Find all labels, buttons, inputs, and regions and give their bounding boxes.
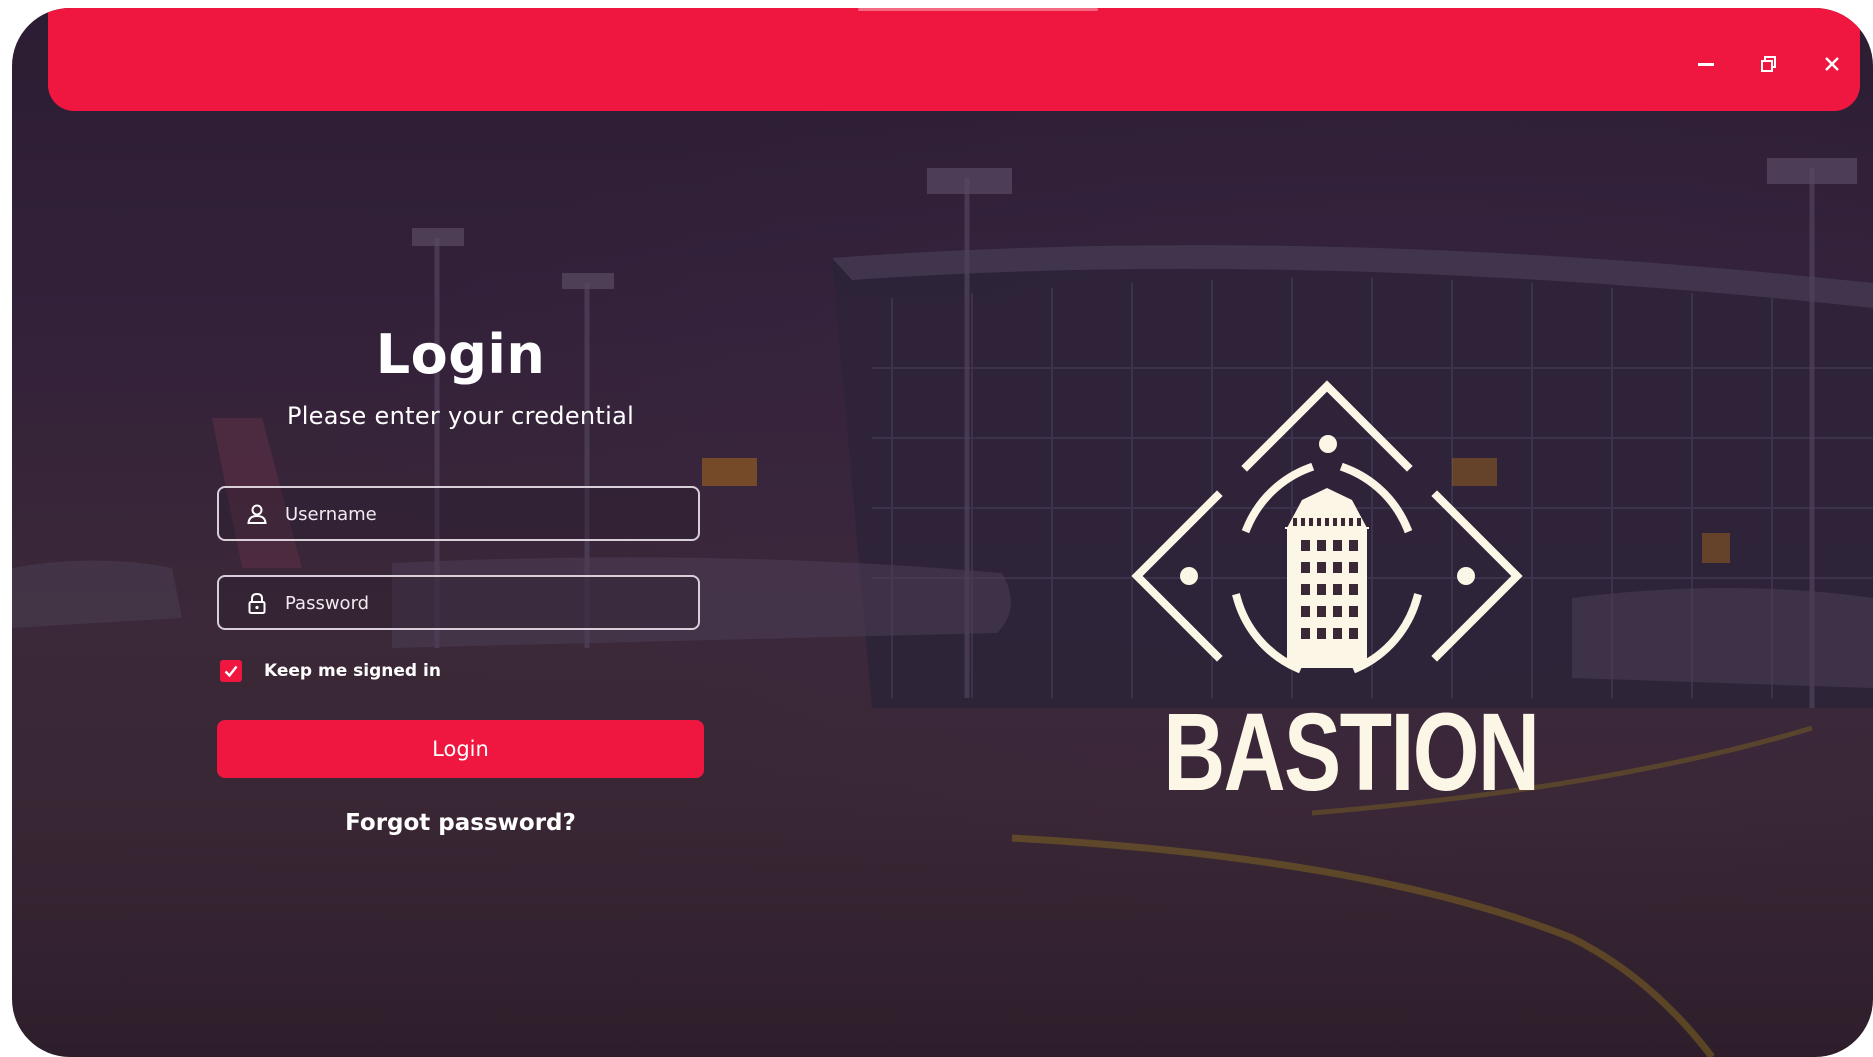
title-bar-notch [858,8,1098,11]
tower-emblem-icon [1131,380,1523,674]
minimize-button[interactable] [1684,42,1728,86]
login-button[interactable]: Login [217,720,704,778]
checkmark-icon [224,665,238,678]
lock-icon [248,592,266,614]
username-input[interactable] [283,488,687,541]
close-icon [1825,57,1839,71]
app-window: Login Please enter your credential Usern… [12,8,1873,1057]
title-bar [48,8,1860,111]
user-icon [247,504,267,524]
restore-icon [1761,56,1776,72]
restore-button[interactable] [1747,42,1791,86]
password-input[interactable] [283,577,687,630]
brand-logo: BASTION [1117,378,1540,818]
forgot-password-link[interactable]: Forgot password? [217,810,704,836]
login-subtitle: Please enter your credential [286,402,635,430]
close-button[interactable] [1810,42,1854,86]
minimize-icon [1698,63,1714,66]
keep-signed-in-row: Keep me signed in [220,660,441,682]
password-field[interactable] [217,575,700,630]
login-form: Login Please enter your credential Usern… [217,323,704,836]
login-title: Login [375,323,546,386]
keep-signed-in-checkbox[interactable] [220,660,242,682]
username-field[interactable] [217,486,700,541]
brand-name: BASTION [1163,691,1540,814]
keep-signed-in-label[interactable]: Keep me signed in [264,661,441,681]
